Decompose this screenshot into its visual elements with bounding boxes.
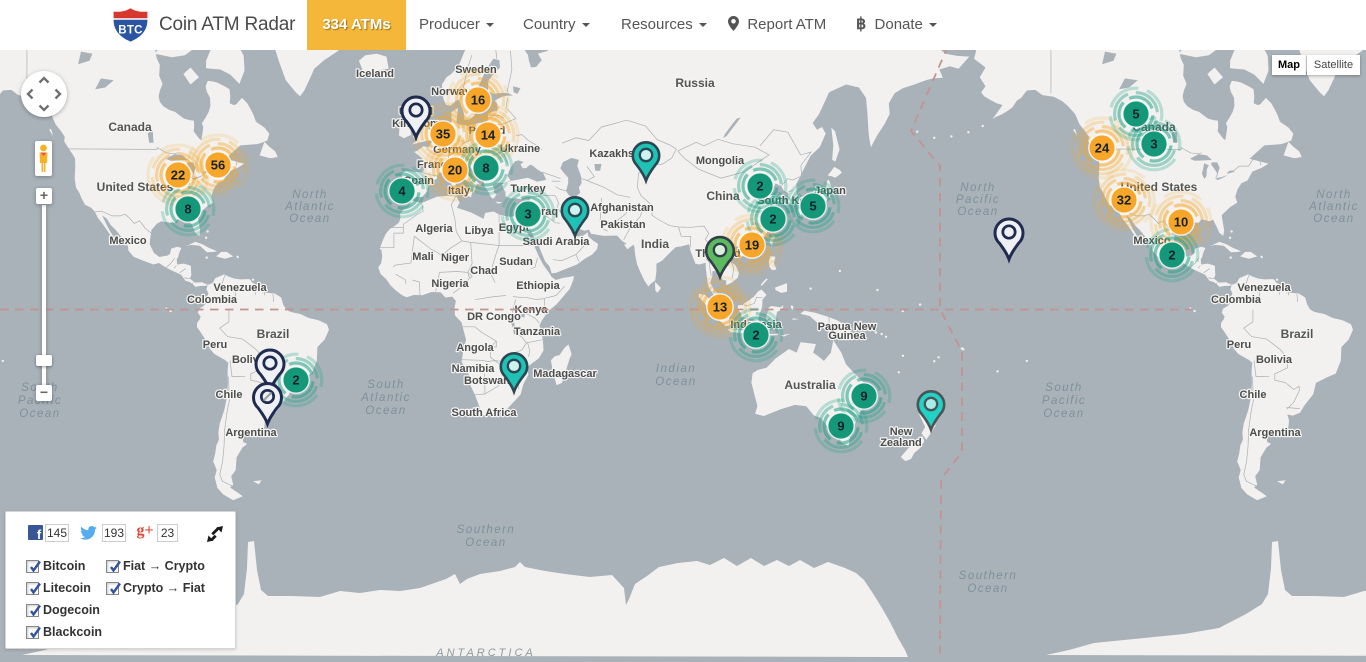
svg-text:8: 8 — [184, 202, 191, 217]
svg-text:9: 9 — [837, 419, 844, 434]
svg-text:32: 32 — [1117, 193, 1131, 208]
svg-text:10: 10 — [1174, 215, 1188, 230]
svg-text:2: 2 — [769, 212, 776, 227]
svg-text:8: 8 — [482, 161, 489, 176]
svg-text:BTC: BTC — [118, 25, 143, 37]
svg-text:2: 2 — [1168, 248, 1175, 263]
svg-text:19: 19 — [745, 238, 759, 253]
svg-text:13: 13 — [713, 300, 727, 315]
svg-text:14: 14 — [481, 128, 496, 143]
svg-text:16: 16 — [471, 93, 485, 108]
svg-text:24: 24 — [1095, 141, 1110, 156]
svg-text:3: 3 — [1150, 137, 1157, 152]
svg-text:f: f — [37, 527, 42, 540]
svg-text:35: 35 — [436, 127, 450, 142]
svg-text:22: 22 — [171, 168, 185, 183]
svg-text:3: 3 — [524, 207, 531, 222]
svg-text:2: 2 — [292, 373, 299, 388]
svg-text:2: 2 — [752, 328, 759, 343]
svg-text:20: 20 — [448, 163, 462, 178]
svg-text:5: 5 — [1132, 107, 1139, 122]
svg-text:9: 9 — [860, 389, 867, 404]
svg-text:4: 4 — [398, 184, 406, 199]
svg-text:56: 56 — [211, 158, 225, 173]
svg-text:5: 5 — [809, 199, 816, 214]
svg-text:2: 2 — [756, 179, 763, 194]
